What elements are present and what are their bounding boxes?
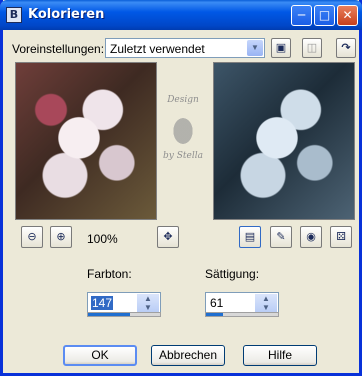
butterfly-icon (168, 111, 198, 151)
proof-button[interactable]: ✎ (270, 226, 292, 248)
cancel-button[interactable]: Abbrechen (151, 345, 225, 366)
save-icon: ▣ (275, 41, 287, 54)
eye-icon: ◉ (306, 231, 316, 243)
minimize-icon: ─ (297, 8, 306, 22)
presets-dropdown[interactable]: Zuletzt verwendet ▼ (105, 38, 265, 58)
proof-icon: ✎ (276, 231, 286, 243)
spin-arrows-icon[interactable]: ▲ ▼ (137, 294, 159, 312)
zoom-out-icon: ⊖ (27, 231, 37, 243)
window-title: Kolorieren (28, 7, 105, 22)
delete-preset-button[interactable]: ◫ (302, 38, 322, 58)
title-bar[interactable]: B Kolorieren ─ □ ✕ (0, 0, 362, 30)
close-button[interactable]: ✕ (337, 5, 358, 26)
saturation-slider[interactable] (205, 312, 279, 317)
watermark-logo: Design by Stella (153, 95, 213, 165)
watermark-line2: by Stella (163, 151, 203, 161)
maximize-button[interactable]: □ (314, 5, 335, 26)
hue-value[interactable]: 147 (91, 296, 114, 310)
zoom-out-button[interactable]: ⊖ (21, 226, 43, 248)
saturation-spinner[interactable]: 61 ▲ ▼ (205, 292, 279, 314)
hue-slider-fill (88, 313, 130, 316)
chevron-down-icon[interactable]: ▼ (247, 40, 263, 56)
randomize-button[interactable]: ⚄ (330, 226, 352, 248)
toggle-preview-button[interactable]: ▤ (239, 226, 261, 248)
hue-spinner[interactable]: 147 ▲ ▼ (87, 292, 161, 314)
ok-button[interactable]: OK (63, 345, 137, 366)
zoom-level: 100% (87, 232, 118, 246)
result-preview[interactable] (213, 62, 355, 220)
original-preview[interactable] (15, 62, 157, 220)
reset-button[interactable]: ↷ (336, 38, 356, 58)
zoom-in-button[interactable]: ⊕ (50, 226, 72, 248)
presets-value: Zuletzt verwendet (110, 42, 205, 56)
zoom-in-icon: ⊕ (56, 231, 66, 243)
dialog-window: B Kolorieren ─ □ ✕ Voreinstellungen: Zul… (0, 0, 362, 376)
dice-icon: ⚄ (336, 231, 346, 243)
saturation-value[interactable]: 61 (209, 296, 224, 310)
hue-slider[interactable] (87, 312, 161, 317)
preview-icon: ▤ (244, 231, 256, 243)
saturation-label: Sättigung: (205, 267, 260, 281)
auto-proof-button[interactable]: ◉ (300, 226, 322, 248)
reset-icon: ↷ (341, 41, 351, 54)
minimize-button[interactable]: ─ (291, 5, 312, 26)
spin-arrows-icon[interactable]: ▲ ▼ (255, 294, 277, 312)
close-icon: ✕ (342, 8, 353, 22)
maximize-icon: □ (318, 8, 331, 22)
saturation-slider-fill (206, 313, 224, 316)
presets-label: Voreinstellungen: (12, 42, 105, 56)
help-button[interactable]: Hilfe (243, 345, 317, 366)
trash-icon: ◫ (306, 41, 318, 54)
hue-label: Farbton: (87, 267, 132, 281)
pan-icon: ✥ (163, 231, 173, 243)
pan-button[interactable]: ✥ (157, 226, 179, 248)
watermark-line1: Design (167, 95, 199, 105)
app-icon: B (6, 7, 22, 23)
save-preset-button[interactable]: ▣ (271, 38, 291, 58)
